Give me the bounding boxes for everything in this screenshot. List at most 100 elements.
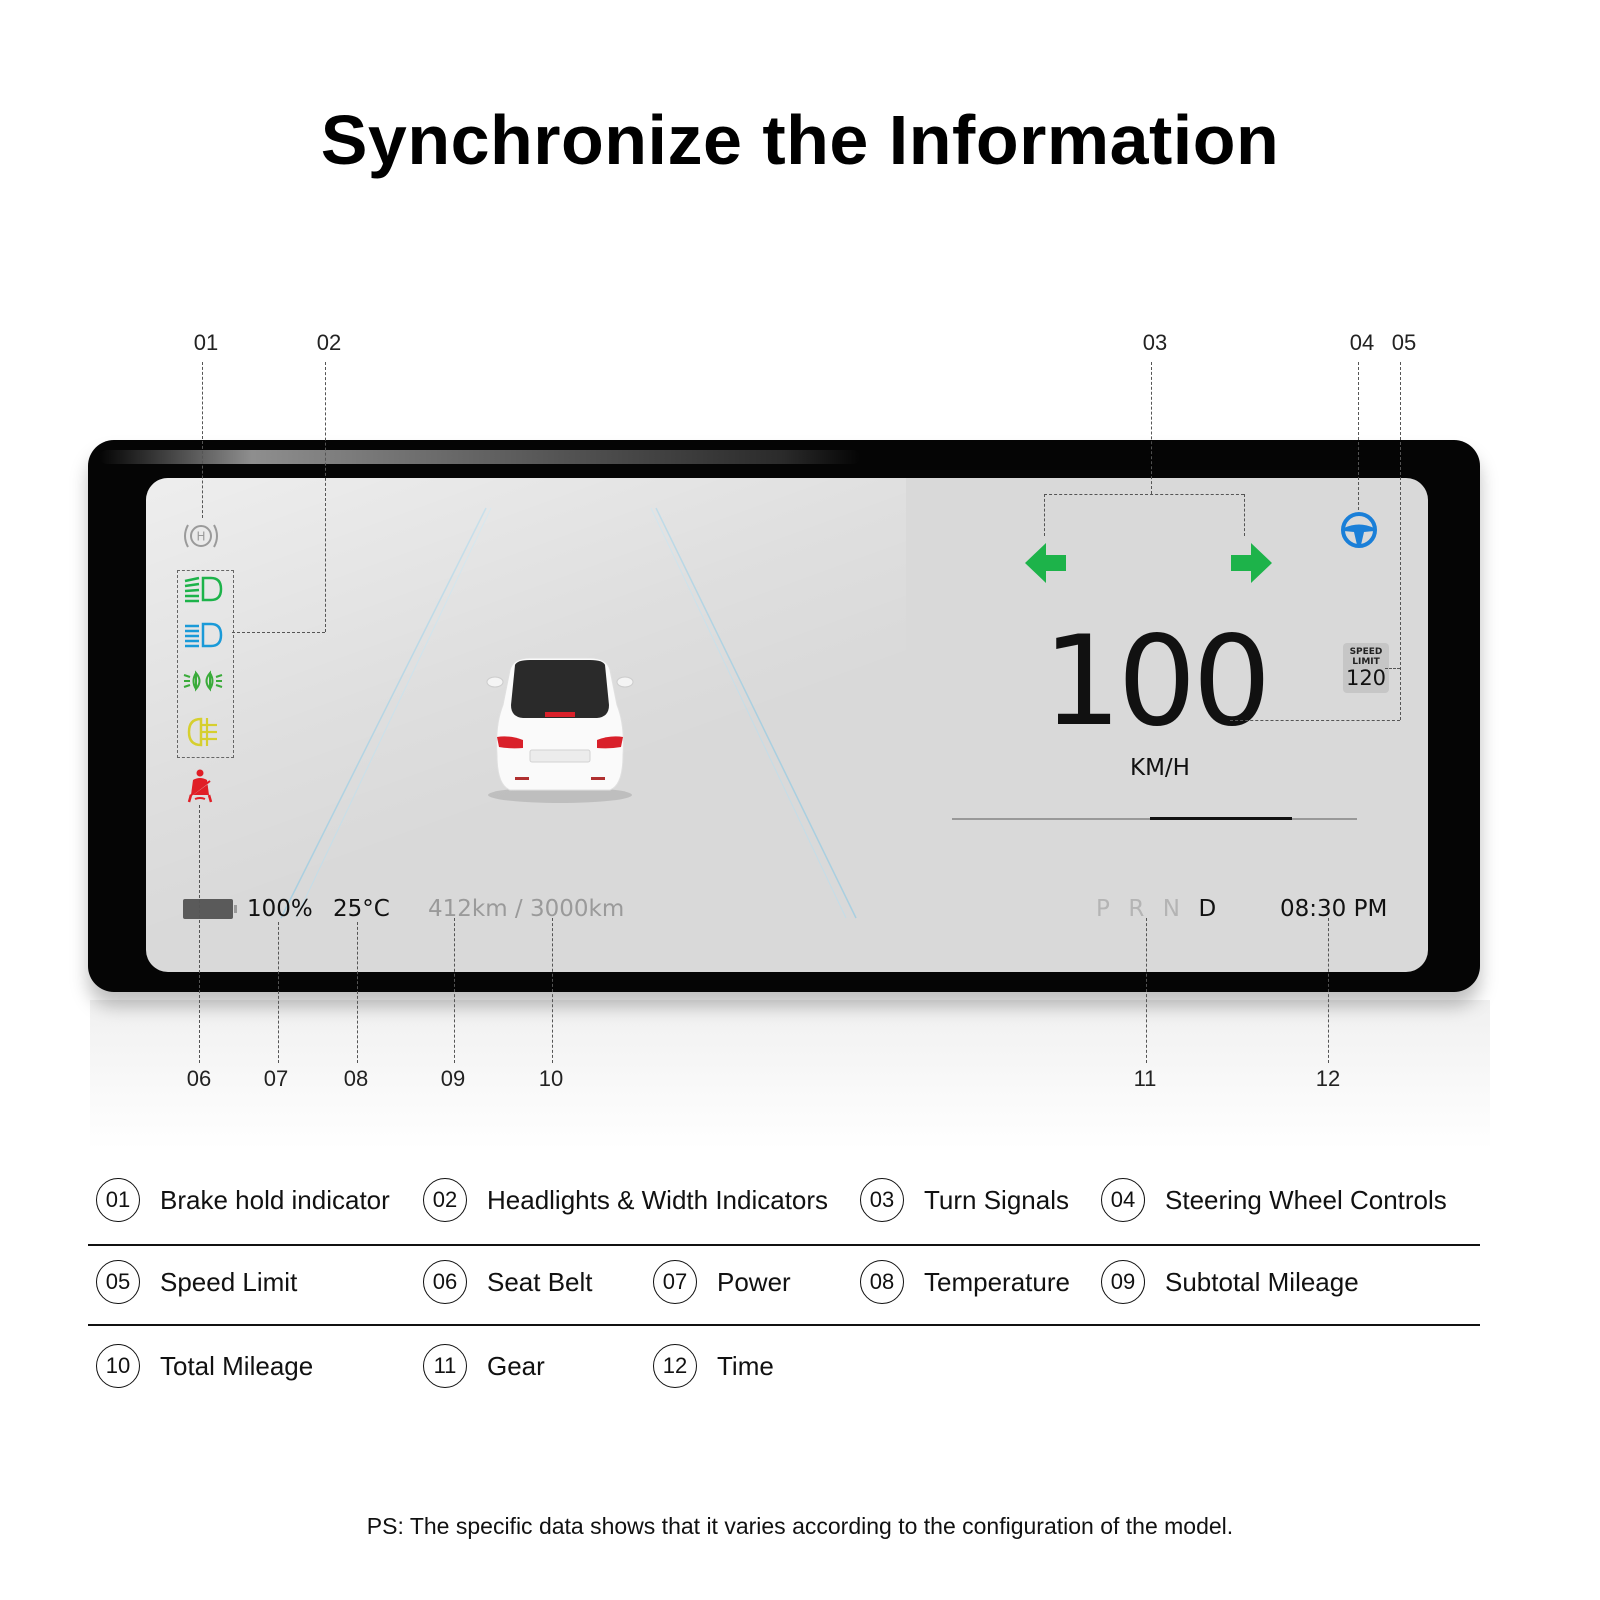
legend-number: 04 xyxy=(1101,1178,1145,1222)
legend-label: Subtotal Mileage xyxy=(1165,1266,1359,1297)
legend-label: Time xyxy=(717,1350,774,1381)
brake-hold-icon: H xyxy=(184,524,218,548)
leader-line-06 xyxy=(199,805,200,1063)
callout-11: 11 xyxy=(1133,1066,1157,1091)
speed-bar-fill xyxy=(1150,817,1293,820)
callout-07: 07 xyxy=(263,1066,289,1091)
legend-row-2: 05 Speed Limit 06 Seat Belt 07 Power 08 Temp… xyxy=(88,1244,1480,1320)
legend-item: 08 Temperature xyxy=(860,1244,1070,1320)
leader-line-10 xyxy=(552,918,553,1063)
legend-number: 03 xyxy=(860,1178,904,1222)
callout-01: 01 xyxy=(193,330,219,355)
legend-label: Speed Limit xyxy=(160,1266,298,1297)
leader-line-03-left xyxy=(1044,494,1045,536)
gear-d: D xyxy=(1198,896,1217,922)
callout-04: 04 xyxy=(1349,330,1375,355)
callout-06: 06 xyxy=(186,1066,212,1091)
gear-selector: P R N D xyxy=(1096,896,1230,922)
battery-percent: 100% xyxy=(247,896,313,922)
legend-number: 05 xyxy=(96,1260,140,1304)
legend-number: 12 xyxy=(653,1344,697,1388)
legend-divider xyxy=(88,1324,1480,1326)
legend-row-1: 01 Brake hold indicator 02 Headlights & Wi… xyxy=(88,1162,1480,1238)
legend-number: 06 xyxy=(423,1260,467,1304)
callout-12: 12 xyxy=(1315,1066,1341,1091)
legend-label: Seat Belt xyxy=(487,1266,593,1297)
legend-item: 05 Speed Limit xyxy=(96,1244,297,1320)
gear-n: N xyxy=(1162,896,1180,922)
page-title: Synchronize the Information xyxy=(320,101,1280,179)
brake-hold-letter: H xyxy=(196,530,205,544)
speed-limit-sign: SPEED LIMIT 120 xyxy=(1343,643,1389,693)
callout-05: 05 xyxy=(1391,330,1417,355)
callout-02: 02 xyxy=(316,330,342,355)
legend-item: 11 Gear xyxy=(423,1328,545,1404)
callout-03: 03 xyxy=(1142,330,1168,355)
legend-label: Turn Signals xyxy=(924,1184,1069,1215)
legend-item: 06 Seat Belt xyxy=(423,1244,593,1320)
leader-line-11 xyxy=(1146,918,1147,1063)
callout-08: 08 xyxy=(343,1066,369,1091)
steering-wheel-icon xyxy=(1341,512,1377,548)
left-turn-signal-icon xyxy=(1025,543,1066,583)
seat-belt-warning-icon xyxy=(187,769,213,803)
speed-limit-value: 120 xyxy=(1345,666,1387,690)
speed-readout: 100 xyxy=(1042,610,1272,754)
leader-line-01 xyxy=(202,362,203,518)
callout-10: 10 xyxy=(538,1066,564,1091)
leader-line-05-h1 xyxy=(1385,668,1400,669)
legend-item: 12 Time xyxy=(653,1328,774,1404)
leader-line-02-h xyxy=(232,632,325,633)
speed-bar xyxy=(952,817,1357,820)
speed-unit: KM/H xyxy=(1130,755,1190,781)
legend-item: 04 Steering Wheel Controls xyxy=(1101,1162,1447,1238)
legend-number: 08 xyxy=(860,1260,904,1304)
leader-line-05 xyxy=(1400,362,1401,720)
legend-row-3: 10 Total Mileage 11 Gear 12 Time xyxy=(88,1328,1480,1404)
legend-item: 09 Subtotal Mileage xyxy=(1101,1244,1359,1320)
device-reflection xyxy=(90,1000,1490,1150)
right-turn-signal-icon xyxy=(1231,543,1272,583)
temperature-readout: 25°C xyxy=(333,896,390,922)
width-lamp-icon xyxy=(183,670,223,692)
legend-label: Total Mileage xyxy=(160,1350,314,1381)
callout-09: 09 xyxy=(440,1066,466,1091)
legend-number: 07 xyxy=(653,1260,697,1304)
legend-label: Steering Wheel Controls xyxy=(1165,1184,1447,1215)
fog-lamp-icon xyxy=(187,717,217,747)
mileage-readout: 412km / 3000km xyxy=(428,896,625,922)
leader-line-08 xyxy=(357,922,358,1063)
low-beam-icon xyxy=(185,622,223,648)
legend-item: 02 Headlights & Width Indicators xyxy=(423,1162,828,1238)
leader-line-03 xyxy=(1151,362,1152,494)
legend-item: 10 Total Mileage xyxy=(96,1328,313,1404)
car-rear-icon xyxy=(486,657,634,803)
leader-line-05-h2 xyxy=(1230,720,1400,721)
time-readout: 08:30 PM xyxy=(1280,896,1388,922)
legend-number: 09 xyxy=(1101,1260,1145,1304)
legend-item: 07 Power xyxy=(653,1244,791,1320)
legend-number: 10 xyxy=(96,1344,140,1388)
footnote: PS: The specific data shows that it vari… xyxy=(366,1513,1234,1539)
leader-line-03-right xyxy=(1244,494,1245,536)
leader-line-04 xyxy=(1358,362,1359,510)
leader-line-02 xyxy=(325,362,326,632)
legend-number: 11 xyxy=(423,1344,467,1388)
leader-line-09 xyxy=(454,918,455,1063)
high-beam-icon xyxy=(184,576,223,603)
legend-item: 01 Brake hold indicator xyxy=(96,1162,390,1238)
legend-label: Temperature xyxy=(924,1266,1070,1297)
legend-item: 03 Turn Signals xyxy=(860,1162,1069,1238)
speed-limit-label: SPEED LIMIT xyxy=(1349,647,1383,667)
leader-line-03-h xyxy=(1044,494,1244,495)
gear-p: P xyxy=(1096,896,1110,922)
bezel-highlight xyxy=(100,450,860,464)
leader-line-12 xyxy=(1328,918,1329,1063)
leader-line-07 xyxy=(278,922,279,1063)
legend-label: Brake hold indicator xyxy=(160,1184,390,1215)
legend-number: 01 xyxy=(96,1178,140,1222)
battery-icon xyxy=(183,899,237,919)
legend-number: 02 xyxy=(423,1178,467,1222)
gear-r: R xyxy=(1128,896,1145,922)
legend-label: Gear xyxy=(487,1350,545,1381)
